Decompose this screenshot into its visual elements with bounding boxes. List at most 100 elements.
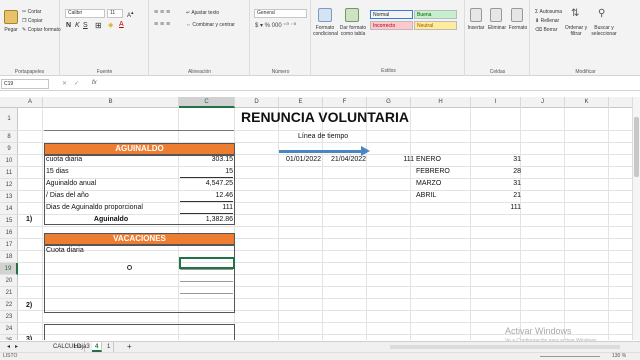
column-header-g[interactable]: G xyxy=(367,97,411,108)
row-header-14[interactable]: 14 xyxy=(0,203,18,215)
row-header-22[interactable]: 22 xyxy=(0,299,18,311)
binoculars-icon[interactable]: ⚲ xyxy=(598,8,605,19)
insert-button[interactable]: Insertar xyxy=(466,25,486,31)
paste-icon[interactable] xyxy=(4,10,18,24)
fill-color-icon[interactable]: ◈ xyxy=(108,21,113,29)
zoom-level[interactable]: 130 % xyxy=(612,353,626,359)
sort-filter-icon[interactable]: ⇅ xyxy=(571,8,579,19)
number-format-select[interactable]: General xyxy=(254,9,307,18)
column-header-i[interactable]: I xyxy=(471,97,521,108)
row-header-9[interactable]: 9 xyxy=(0,143,18,155)
column-header-h[interactable]: H xyxy=(411,97,471,108)
tab-1[interactable]: 1 xyxy=(104,342,115,352)
align-left-icon[interactable]: ≡ ≡ ≡ xyxy=(154,21,170,28)
row-header-24[interactable]: 24 xyxy=(0,323,18,335)
row-header-23[interactable]: 23 xyxy=(0,311,18,323)
delete-icon[interactable] xyxy=(490,8,502,22)
cell-area[interactable]: RENUNCIA VOLUNTARIA Línea de tiempo AGUI… xyxy=(18,108,632,340)
month-days: 21 xyxy=(513,192,521,199)
format-painter-button[interactable]: ✎ Copiar formato xyxy=(22,27,61,33)
column-header-e[interactable]: E xyxy=(279,97,323,108)
format-cells-button[interactable]: Formato xyxy=(507,25,529,31)
tab-hoja3[interactable]: Hoja3 xyxy=(71,342,94,352)
row-header-20[interactable]: 20 xyxy=(0,275,18,287)
row-header-1[interactable]: 1 xyxy=(0,108,18,131)
row-header-19[interactable]: 19 xyxy=(0,263,18,275)
gridline xyxy=(470,108,471,340)
currency-icon[interactable]: $ ▾ % 000 ⁺⁰ ⁻⁰ xyxy=(255,22,296,29)
font-name-select[interactable]: Calibri xyxy=(65,9,105,18)
format-cells-icon[interactable] xyxy=(511,8,523,22)
cancel-icon[interactable]: ✕ xyxy=(62,80,67,87)
bold-button[interactable]: N xyxy=(66,22,71,29)
row-header-15[interactable]: 15 xyxy=(0,215,18,227)
eraser-icon: ⌫ xyxy=(535,27,543,33)
column-header-k[interactable]: K xyxy=(565,97,609,108)
row-header-8[interactable]: 8 xyxy=(0,131,18,143)
merge-center-button[interactable]: ⇔ Combinar y centrar xyxy=(186,22,235,28)
conditional-format-button[interactable]: Formato condicional xyxy=(313,25,338,37)
format-table-button[interactable]: Dar formato como tabla xyxy=(338,25,368,37)
row-header-16[interactable]: 16 xyxy=(0,227,18,239)
column-header-c[interactable]: C xyxy=(179,97,235,108)
gridline xyxy=(322,108,323,340)
copy-button[interactable]: ❐ Copiar xyxy=(22,18,43,24)
delete-button[interactable]: Eliminar xyxy=(486,25,508,31)
paste-button[interactable]: Pegar xyxy=(1,27,21,33)
styles-group-label: Estilos xyxy=(381,68,396,74)
column-header-j[interactable]: J xyxy=(521,97,565,108)
font-group: Calibri 11 A▴ N K S ⊞ ◈ A Fuente xyxy=(61,0,149,76)
tab-4[interactable]: 4 xyxy=(92,342,103,352)
row-header-21[interactable]: 21 xyxy=(0,287,18,299)
style-neutral[interactable]: Neutral xyxy=(414,21,457,30)
column-header-f[interactable]: F xyxy=(323,97,367,108)
row-header-18[interactable]: 18 xyxy=(0,251,18,263)
selected-cell[interactable] xyxy=(179,257,235,269)
cells-group: Insertar Eliminar Formato Celdas xyxy=(466,0,530,76)
sort-filter-button[interactable]: Ordenar y filtrar xyxy=(563,25,589,37)
style-good[interactable]: Buena xyxy=(414,10,457,19)
insert-icon[interactable] xyxy=(470,8,482,22)
add-sheet-button[interactable]: + xyxy=(124,342,135,352)
borders-icon[interactable]: ⊞ xyxy=(95,21,102,30)
wrap-text-button[interactable]: ↵ Ajustar texto xyxy=(186,10,219,16)
row-header-13[interactable]: 13 xyxy=(0,191,18,203)
function-icon[interactable]: fx xyxy=(92,80,97,86)
font-color-icon[interactable]: A xyxy=(119,21,124,28)
vertical-scrollbar[interactable] xyxy=(632,97,640,340)
tab-scroll-right-icon[interactable]: ▸ xyxy=(12,342,21,352)
row-header-25[interactable]: 25 xyxy=(0,335,18,340)
row-header-12[interactable]: 12 xyxy=(0,179,18,191)
row-headers: 18910111213141516171819202122232425 xyxy=(0,108,18,340)
underline-button[interactable]: S xyxy=(83,22,88,29)
style-bad[interactable]: Incorrecto xyxy=(370,21,413,30)
row-header-10[interactable]: 10 xyxy=(0,155,18,167)
italic-button[interactable]: K xyxy=(75,22,80,29)
row-header-17[interactable]: 17 xyxy=(0,239,18,251)
horizontal-scrollbar[interactable] xyxy=(390,345,620,349)
grow-font-icon[interactable]: A▴ xyxy=(127,10,134,19)
column-header-b[interactable]: B xyxy=(43,97,179,108)
cut-button[interactable]: ✂ Cortar xyxy=(22,9,42,15)
fill-button[interactable]: ⬇ Rellenar xyxy=(535,18,559,24)
style-normal[interactable]: Normal xyxy=(370,10,413,19)
font-size-select[interactable]: 11 xyxy=(107,9,123,18)
scroll-thumb[interactable] xyxy=(634,117,639,177)
zoom-slider[interactable] xyxy=(540,356,600,357)
check-icon[interactable]: ✓ xyxy=(74,80,79,87)
align-top-icon[interactable]: ≡ ≡ ≡ xyxy=(154,9,170,16)
find-select-button[interactable]: Buscar y seleccionar xyxy=(589,25,619,37)
gridline xyxy=(520,108,521,340)
column-header-a[interactable]: A xyxy=(18,97,43,108)
font-group-label: Fuente xyxy=(96,69,113,75)
conditional-format-icon[interactable] xyxy=(318,8,332,22)
sum-underline xyxy=(180,201,233,202)
column-header-d[interactable]: D xyxy=(235,97,279,108)
autosum-button[interactable]: Σ Autosuma xyxy=(535,9,562,15)
row-header-11[interactable]: 11 xyxy=(0,167,18,179)
format-table-icon[interactable] xyxy=(345,8,359,22)
name-box[interactable]: C19 xyxy=(1,79,49,89)
months-total: 111 xyxy=(510,204,521,211)
clear-button[interactable]: ⌫ Borrar xyxy=(535,27,557,33)
aguinaldo-row-value: 111 xyxy=(222,204,233,211)
